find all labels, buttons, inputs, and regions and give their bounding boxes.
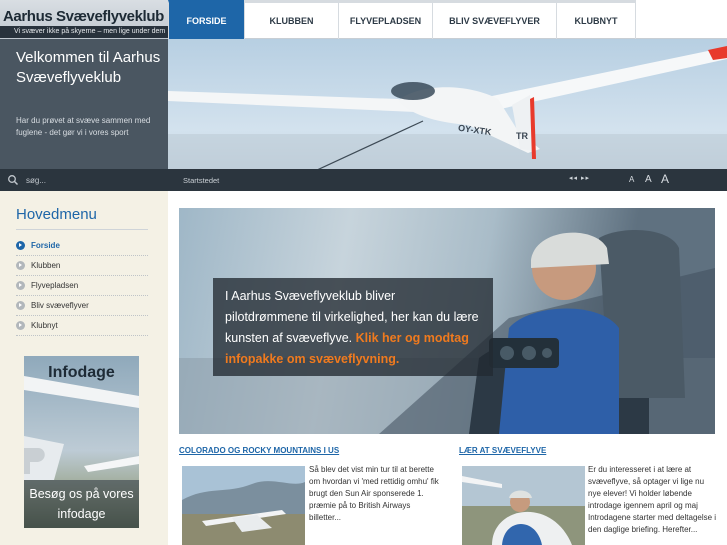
glider-field-photo xyxy=(182,466,305,545)
sidebar-item-flyvepladsen[interactable]: Flyvepladsen xyxy=(16,276,148,296)
slideshow-controls[interactable]: ◂◂ ▸▸ xyxy=(569,174,590,182)
tail-code-label: TR xyxy=(516,131,528,141)
sidebar-item-bliv-svaeveflyver[interactable]: Bliv svæveflyver xyxy=(16,296,148,316)
site-title: Aarhus Svæveflyveklub xyxy=(3,8,164,25)
infodage-banner[interactable]: Infodage Besøg os på vores infodage xyxy=(24,356,139,528)
sidebar-item-label: Klubben xyxy=(31,261,61,270)
sidebar-item-label: Bliv svæveflyver xyxy=(31,301,89,310)
hero-toolbar: Startstedet ◂◂ ▸▸ A A A xyxy=(0,169,727,191)
tab-klubnyt[interactable]: KLUBNYT xyxy=(556,0,636,39)
article-thumbnail-laer[interactable] xyxy=(462,466,585,545)
sidebar-divider xyxy=(16,229,148,230)
feature-text-box: I Aarhus Svæveflyveklub bliver pilotdrøm… xyxy=(213,278,493,376)
tab-klubben[interactable]: KLUBBEN xyxy=(244,0,338,39)
sidebar-item-klubnyt[interactable]: Klubnyt xyxy=(16,316,148,336)
search-input[interactable] xyxy=(26,172,156,188)
sidebar-item-label: Flyvepladsen xyxy=(31,281,79,290)
sidebar-item-forside[interactable]: Forside xyxy=(16,236,148,256)
main-navigation: FORSIDE KLUBBEN FLYVEPLADSEN BLIV SVÆVEF… xyxy=(168,0,727,39)
feature-banner[interactable]: I Aarhus Svæveflyveklub bliver pilotdrøm… xyxy=(179,208,715,434)
sidebar-heading: Hovedmenu xyxy=(16,206,97,223)
welcome-panel: Velkommen til Aarhus Svæveflyveklub Har … xyxy=(0,39,168,169)
sidebar-item-label: Klubnyt xyxy=(31,321,58,330)
site-tagline: Vi svæver ikke på skyerne – men lige und… xyxy=(0,26,168,38)
article-text-colorado: Så blev det vist min tur til at berette … xyxy=(309,465,439,522)
bullet-arrow-icon xyxy=(16,321,25,330)
sidebar-item-klubben[interactable]: Klubben xyxy=(16,256,148,276)
bullet-arrow-icon xyxy=(16,261,25,270)
bullet-arrow-icon xyxy=(16,301,25,310)
search-box xyxy=(0,169,168,191)
welcome-heading: Velkommen til Aarhus Svæveflyveklub xyxy=(16,49,161,86)
slide-caption: Startstedet xyxy=(183,176,220,185)
sidebar-item-label: Forside xyxy=(31,241,60,250)
site-logo[interactable]: Aarhus Svæveflyveklub Vi svæver ikke på … xyxy=(0,0,168,39)
tab-flyvepladsen[interactable]: FLYVEPLADSEN xyxy=(338,0,432,39)
infodage-cta: Besøg os på vores infodage xyxy=(24,480,139,528)
infodage-label: Infodage xyxy=(48,364,115,381)
article-title-laer-at-svaeveflyve[interactable]: LÆR AT SVÆVEFLYVE xyxy=(459,446,546,455)
hero-slideshow[interactable] xyxy=(168,39,727,169)
article-title-colorado[interactable]: COLORADO OG ROCKY MOUNTAINS I US xyxy=(179,446,339,455)
article-thumbnail-colorado[interactable] xyxy=(182,466,305,545)
article-text-laer: Er du interesseret i at lære at svævefly… xyxy=(588,465,717,534)
search-icon[interactable] xyxy=(7,174,19,186)
bullet-arrow-icon xyxy=(16,241,25,250)
welcome-intro: Har du prøvet at svæve sammen med fuglen… xyxy=(16,116,151,137)
pilot-cockpit-photo xyxy=(462,466,585,545)
bullet-arrow-icon xyxy=(16,281,25,290)
font-size-large-button[interactable]: A xyxy=(661,172,669,186)
tab-forside[interactable]: FORSIDE xyxy=(168,0,244,39)
font-size-small-button[interactable]: A xyxy=(629,175,634,184)
tab-bliv-svaeveflyver[interactable]: BLIV SVÆVEFLYVER xyxy=(432,0,556,39)
font-size-medium-button[interactable]: A xyxy=(645,174,652,185)
glider-photo xyxy=(168,46,727,169)
sidebar: Hovedmenu Forside Klubben Flyvepladsen B… xyxy=(0,191,168,545)
